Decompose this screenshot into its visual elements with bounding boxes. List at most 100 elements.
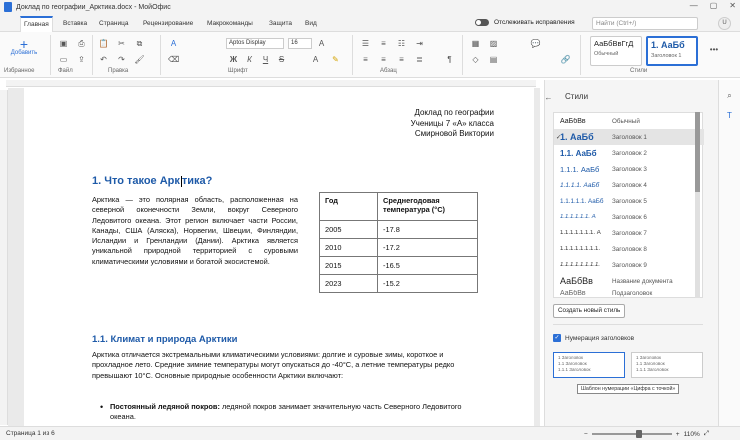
font-size-select[interactable]: 16 bbox=[288, 38, 312, 49]
align-left-icon[interactable]: ≡ bbox=[360, 54, 371, 65]
table-row: 2010 -17.2 bbox=[319, 238, 478, 257]
tab-insert[interactable]: Вставка bbox=[60, 16, 90, 32]
comment-icon[interactable]: 💬 bbox=[530, 38, 541, 49]
track-changes[interactable]: Отслеживать исправления bbox=[475, 19, 575, 26]
styles-scrollbar[interactable] bbox=[695, 112, 700, 298]
export-icon[interactable]: ⇪ bbox=[76, 54, 87, 65]
back-arrow-icon[interactable]: ← bbox=[543, 92, 554, 103]
zoom-slider[interactable] bbox=[591, 430, 672, 438]
tab-review[interactable]: Рецензирование bbox=[140, 16, 196, 32]
tab-home[interactable]: Главная bbox=[20, 16, 53, 32]
track-changes-toggle[interactable] bbox=[475, 19, 489, 26]
style-row-heading-3[interactable]: 1.1.1. АаБб Заголовок 3 bbox=[554, 161, 704, 177]
horizontal-ruler[interactable] bbox=[6, 80, 536, 87]
style-row-heading-5[interactable]: 1.1.1.1.1. АаБб Заголовок 5 bbox=[554, 193, 704, 209]
undo-icon[interactable]: ↶ bbox=[98, 54, 109, 65]
pilcrow-icon[interactable]: ¶ bbox=[444, 54, 455, 65]
copy-icon[interactable]: ⧉ bbox=[134, 38, 145, 49]
tab-page[interactable]: Страница bbox=[96, 16, 131, 32]
font-family-select[interactable]: Aptos Display bbox=[226, 38, 284, 49]
style-row-heading-1[interactable]: ✓ 1. АаБб Заголовок 1 bbox=[554, 129, 704, 145]
style-row-heading-9[interactable]: 1.1.1.1.1.1.1.1. Заголовок 9 bbox=[554, 257, 704, 273]
style-row-heading-6[interactable]: 1.1.1.1.1.1. А Заголовок 6 bbox=[554, 209, 704, 225]
zoom-level: 110% bbox=[683, 430, 700, 438]
textbox-icon[interactable]: ▤ bbox=[488, 54, 499, 65]
font-color-icon[interactable]: A bbox=[310, 54, 321, 65]
justify-icon[interactable]: ≣ bbox=[414, 54, 425, 65]
numbering-template-card[interactable]: 1 Заголовок 1.1 Заголовок 1.1.1 Заголово… bbox=[631, 352, 703, 378]
align-right-icon[interactable]: ≡ bbox=[396, 54, 407, 65]
cut-icon[interactable]: ✂ bbox=[116, 38, 127, 49]
style-card-name: Заголовок 1 bbox=[651, 53, 682, 59]
new-style-button[interactable]: Создать новый стиль bbox=[553, 304, 626, 318]
numbered-list-icon[interactable]: ≡ bbox=[378, 38, 389, 49]
paragraph-intro: Арктика — это полярная область, располож… bbox=[92, 195, 298, 266]
multilevel-list-icon[interactable]: ☷ bbox=[396, 38, 407, 49]
avatar[interactable]: U bbox=[718, 17, 731, 30]
styles-panel-icon[interactable]: T bbox=[724, 110, 735, 121]
document-header: Доклад по географии Ученицы 7 «А» класса… bbox=[411, 108, 494, 140]
search-input[interactable]: Найти (Ctrl+/) bbox=[592, 17, 698, 30]
indent-icon[interactable]: ⇥ bbox=[414, 38, 425, 49]
document-area[interactable]: Доклад по географии Ученицы 7 «А» класса… bbox=[8, 88, 540, 426]
document-page[interactable]: Доклад по географии Ученицы 7 «А» класса… bbox=[24, 88, 534, 426]
highlight-icon[interactable]: ✎ bbox=[330, 54, 341, 65]
text-color-icon[interactable]: A bbox=[168, 38, 179, 49]
style-row-heading-4[interactable]: 1.1.1.1. АаБб Заголовок 4 bbox=[554, 177, 704, 193]
group-paragraph-label: Абзац bbox=[380, 68, 397, 74]
table-cell: -17.2 bbox=[377, 238, 478, 257]
print-icon[interactable]: ⎙ bbox=[76, 38, 87, 49]
style-card-heading-1[interactable]: 1. АаБб Заголовок 1 bbox=[646, 36, 698, 66]
numbering-template-card[interactable]: 1 Заголовок 1.1 Заголовок 1.1.1 Заголово… bbox=[553, 352, 625, 378]
image-icon[interactable]: ▨ bbox=[488, 38, 499, 49]
style-card-normal[interactable]: АаБбВвГгД Обычный bbox=[590, 36, 642, 66]
add-button[interactable]: + Добавить bbox=[6, 37, 42, 56]
bold-icon[interactable]: Ж bbox=[228, 54, 239, 65]
numbering-tooltip: Шаблон нумерации «Цифра с точкой» bbox=[577, 384, 680, 394]
scroll-thumb[interactable] bbox=[695, 112, 700, 192]
strikethrough-icon[interactable]: S bbox=[276, 54, 287, 65]
style-sample: 1. АаБб bbox=[560, 132, 594, 142]
group-edit-label: Правка bbox=[108, 68, 129, 74]
maximize-button[interactable]: ▢ bbox=[710, 1, 718, 10]
font-grow-icon[interactable]: A bbox=[316, 38, 327, 49]
underline-icon[interactable]: Ч bbox=[260, 54, 271, 65]
fit-page-icon[interactable]: ⤢ bbox=[704, 430, 709, 438]
more-styles-icon[interactable]: ••• bbox=[704, 44, 724, 55]
redo-icon[interactable]: ↷ bbox=[116, 54, 127, 65]
table-cell: -17.8 bbox=[377, 220, 478, 239]
shape-icon[interactable]: ◇ bbox=[470, 54, 481, 65]
style-row-normal[interactable]: АаБбВв Обычный bbox=[554, 113, 704, 129]
paste-icon[interactable]: 📋 bbox=[98, 38, 109, 49]
styles-list[interactable]: АаБбВв Обычный ✓ 1. АаБб Заголовок 1 1.1… bbox=[553, 112, 704, 299]
italic-icon[interactable]: К bbox=[244, 54, 255, 65]
zoom-in-icon[interactable]: + bbox=[676, 431, 680, 438]
style-row-heading-8[interactable]: 1.1.1.1.1.1.1.1. Заголовок 8 bbox=[554, 241, 704, 257]
tab-protection[interactable]: Защита bbox=[266, 16, 295, 32]
style-row-heading-7[interactable]: 1.1.1.1.1.1.1. А Заголовок 7 bbox=[554, 225, 704, 241]
vertical-ruler[interactable] bbox=[0, 90, 8, 425]
zoom-control[interactable]: − + 110% ⤢ bbox=[584, 430, 709, 438]
eraser-icon[interactable]: ⌫ bbox=[168, 54, 179, 65]
heading-1-text: 1. Что такое Арк bbox=[92, 175, 180, 187]
align-center-icon[interactable]: ≡ bbox=[378, 54, 389, 65]
link-icon[interactable]: 🔗 bbox=[560, 54, 571, 65]
save-icon[interactable]: ▣ bbox=[58, 38, 69, 49]
style-row-subtitle[interactable]: АаБбВв Подзаголовок bbox=[554, 287, 704, 299]
table-cell: 2015 bbox=[319, 256, 378, 275]
style-row-heading-2[interactable]: 1.1. АаБб Заголовок 2 bbox=[554, 145, 704, 161]
heading-numbering-checkbox[interactable]: ✓ Нумерация заголовков bbox=[553, 334, 634, 342]
zoom-out-icon[interactable]: − bbox=[584, 431, 588, 438]
track-changes-label: Отслеживать исправления bbox=[494, 19, 575, 26]
close-button[interactable]: ✕ bbox=[729, 1, 736, 10]
minimize-button[interactable]: — bbox=[690, 1, 698, 10]
style-sample: 1.1.1.1.1. АаБб bbox=[560, 197, 604, 205]
bullet-list-icon[interactable]: ☰ bbox=[360, 38, 371, 49]
list-item-bold: Постоянный ледяной покров: bbox=[110, 402, 220, 411]
tab-macros[interactable]: Макрокоманды bbox=[204, 16, 256, 32]
table-icon[interactable]: ▦ bbox=[470, 38, 481, 49]
tab-view[interactable]: Вид bbox=[302, 16, 320, 32]
search-icon[interactable]: ⌕ bbox=[724, 90, 735, 101]
format-painter-icon[interactable]: 🖌 bbox=[134, 54, 145, 65]
new-file-icon[interactable]: ▭ bbox=[58, 54, 69, 65]
